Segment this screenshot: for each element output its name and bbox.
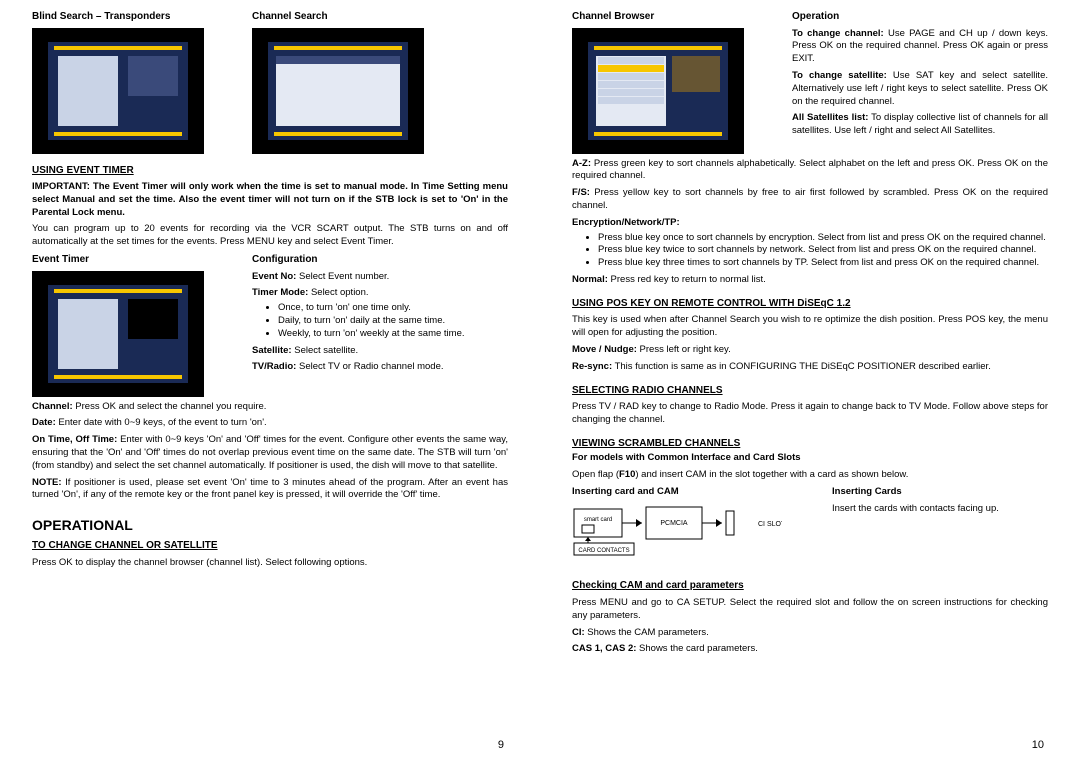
enc-item-2: Press blue key twice to sort channels by… bbox=[598, 244, 1048, 257]
event-timer-row: Event Timer Configuration Event No: Sele… bbox=[32, 253, 508, 397]
cfg-onoff: On Time, Off Time: Enter with 0~9 keys '… bbox=[32, 434, 508, 472]
screenshot-event-timer bbox=[32, 271, 204, 397]
heading-pos-key: USING POS KEY ON REMOTE CONTROL WITH DiS… bbox=[572, 297, 1048, 311]
cfg-channel: Channel: Press OK and select the channel… bbox=[32, 401, 508, 414]
op-normal: Normal: Press red key to return to norma… bbox=[572, 274, 1048, 287]
screenshot-channel-browser bbox=[572, 28, 744, 154]
svg-text:PCMCIA: PCMCIA bbox=[660, 520, 688, 527]
note: NOTE: If positioner is used, please set … bbox=[32, 477, 508, 503]
heading-to-change: TO CHANGE CHANNEL OR SATELLITE bbox=[32, 539, 508, 553]
enc-item-3: Press blue key three times to sort chann… bbox=[598, 257, 1048, 270]
encryption-list: Press blue key once to sort channels by … bbox=[572, 232, 1048, 270]
scrambled-text: Open flap (F10) and insert CAM in the sl… bbox=[572, 469, 1048, 482]
heading-channel-search: Channel Search bbox=[252, 10, 442, 24]
program-intro: You can program up to 20 events for reco… bbox=[32, 223, 508, 249]
heading-check-cam: Checking CAM and card parameters bbox=[572, 579, 1048, 593]
heading-insert-cam: Inserting card and CAM bbox=[572, 486, 679, 497]
insert-cards-text: Insert the cards with contacts facing up… bbox=[832, 503, 1048, 516]
heading-configuration: Configuration bbox=[252, 253, 508, 267]
svg-text:CI SLOT: CI SLOT bbox=[758, 521, 782, 528]
op-fs: F/S: Press yellow key to sort channels b… bbox=[572, 187, 1048, 213]
cfg-timer-mode: Timer Mode: Select option. bbox=[252, 287, 508, 300]
heading-operation: Operation bbox=[792, 10, 1048, 24]
cam-diagram: smart card PCMCIA CI SLOT CARD CONTACTS bbox=[572, 503, 782, 571]
heading-insert-cards: Inserting Cards bbox=[832, 486, 902, 497]
heading-encryption: Encryption/Network/TP: bbox=[572, 217, 680, 228]
radio-text: Press TV / RAD key to change to Radio Mo… bbox=[572, 401, 1048, 427]
heading-event-timer: Event Timer bbox=[32, 253, 222, 267]
scrambled-sub: For models with Common Interface and Car… bbox=[572, 452, 801, 463]
cfg-event-no: Event No: Select Event number. bbox=[252, 271, 508, 284]
browser-row: Channel Browser Operation To change chan… bbox=[572, 10, 1048, 154]
op-az: A-Z: Press green key to sort channels al… bbox=[572, 158, 1048, 184]
cfg-once: Once, to turn 'on' one time only. bbox=[278, 302, 508, 315]
page-number-left: 9 bbox=[498, 738, 504, 753]
page-left: Blind Search – Transponders Channel Sear… bbox=[0, 10, 540, 757]
check-text: Press MENU and go to CA SETUP. Select th… bbox=[572, 597, 1048, 623]
screenshot-blind-search bbox=[32, 28, 204, 154]
move-nudge: Move / Nudge: Press left or right key. bbox=[572, 344, 1048, 357]
page-number-right: 10 bbox=[1032, 738, 1044, 753]
pos-text: This key is used when after Channel Sear… bbox=[572, 314, 1048, 340]
page-right: Channel Browser Operation To change chan… bbox=[540, 10, 1080, 757]
heading-using-event-timer: USING EVENT TIMER bbox=[32, 164, 508, 178]
ci-line: CI: Shows the CAM parameters. bbox=[572, 627, 1048, 640]
resync: Re-sync: This function is same as in CON… bbox=[572, 361, 1048, 374]
enc-item-1: Press blue key once to sort channels by … bbox=[598, 232, 1048, 245]
heading-scrambled: VIEWING SCRAMBLED CHANNELS bbox=[572, 437, 1048, 451]
op-change-satellite: To change satellite: Use SAT key and sel… bbox=[792, 70, 1048, 108]
cfg-satellite: Satellite: Select satellite. bbox=[252, 345, 508, 358]
svg-text:CARD CONTACTS: CARD CONTACTS bbox=[578, 548, 629, 554]
heading-operational: OPERATIONAL bbox=[32, 516, 508, 535]
svg-text:smart card: smart card bbox=[584, 517, 612, 523]
cas-line: CAS 1, CAS 2: Shows the card parameters. bbox=[572, 643, 1048, 656]
thumbnail-row-1: Blind Search – Transponders Channel Sear… bbox=[32, 10, 508, 154]
important-note: IMPORTANT: The Event Timer will only wor… bbox=[32, 181, 508, 219]
op-change-channel: To change channel: Use PAGE and CH up / … bbox=[792, 28, 1048, 66]
inserting-row: Inserting card and CAM smart card PCMCIA… bbox=[572, 486, 1048, 576]
to-change-text: Press OK to display the channel browser … bbox=[32, 557, 508, 570]
op-all-satellites: All Satellites list: To display collecti… bbox=[792, 112, 1048, 138]
cfg-tvradio: TV/Radio: Select TV or Radio channel mod… bbox=[252, 361, 508, 374]
cfg-daily: Daily, to turn 'on' daily at the same ti… bbox=[278, 315, 508, 328]
heading-channel-browser: Channel Browser bbox=[572, 10, 762, 24]
cfg-date: Date: Enter date with 0~9 keys, of the e… bbox=[32, 417, 508, 430]
cfg-weekly: Weekly, to turn 'on' weekly at the same … bbox=[278, 328, 508, 341]
cfg-timer-mode-list: Once, to turn 'on' one time only. Daily,… bbox=[252, 302, 508, 340]
heading-blind-search: Blind Search – Transponders bbox=[32, 10, 222, 24]
heading-radio: SELECTING RADIO CHANNELS bbox=[572, 384, 1048, 398]
screenshot-channel-search bbox=[252, 28, 424, 154]
